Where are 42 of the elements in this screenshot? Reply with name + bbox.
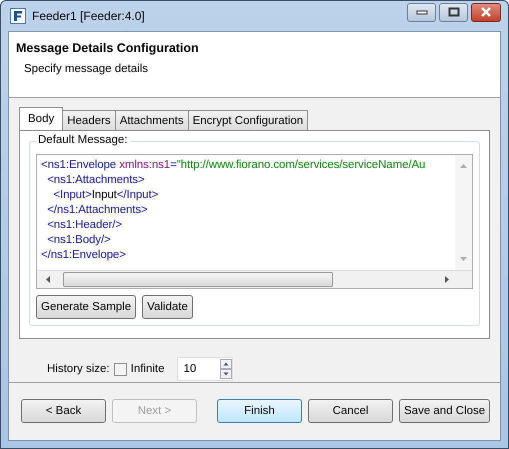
window-title: Feeder1 [Feeder:4.0] — [32, 9, 146, 23]
horizontal-scrollbar[interactable] — [37, 270, 472, 288]
spin-up-icon — [220, 359, 232, 369]
scroll-down-icon — [459, 256, 468, 262]
scroll-right-icon — [444, 275, 450, 284]
wizard-button[interactable]: Finish — [217, 399, 302, 423]
app-logo-icon — [10, 8, 26, 24]
scroll-up-icon — [459, 163, 468, 169]
panel-button[interactable]: Generate Sample — [36, 295, 136, 319]
wizard-button[interactable]: Cancel — [308, 399, 393, 423]
tab[interactable]: Attachments — [114, 110, 189, 130]
code-line: <ns1:Body/> — [46, 233, 112, 248]
code-line: <ns1:Header/> — [46, 218, 123, 233]
tab[interactable]: Body — [19, 107, 64, 130]
minimize-button[interactable] — [407, 2, 436, 22]
tab[interactable]: Headers — [62, 110, 116, 130]
scrollbar-thumb[interactable] — [63, 272, 333, 287]
spin-down-icon — [220, 369, 232, 379]
code-line: <Input>Input</Input> — [52, 188, 160, 203]
history-spinner[interactable]: 10 — [176, 357, 233, 381]
maximize-icon — [448, 7, 460, 17]
wizard-button[interactable]: < Back — [21, 399, 106, 423]
code-line: <ns1:Envelope xmlns:ns1="http://www.fiorano.com/services/serviceName/Au — [41, 158, 426, 173]
history-label: History size: — [47, 363, 110, 375]
maximize-button[interactable] — [439, 2, 468, 22]
message-editor[interactable]: <ns1:Envelope xmlns:ns1="http://www.fiorano.com/services/serviceName/Au <ns1:Attachments> <Input>Input</Input> </ns1:Attachments> <ns1:Header/> <ns1:Body/> </ns1:Envelope> — [36, 154, 473, 289]
code-line: <ns1:Attachments> — [46, 173, 146, 188]
close-button[interactable] — [471, 2, 501, 22]
panel-button[interactable]: Validate — [142, 295, 193, 319]
vertical-scrollbar[interactable] — [455, 155, 472, 270]
infinite-checkbox[interactable] — [114, 362, 127, 376]
infinite-label: Infinite — [130, 363, 165, 375]
group-label: Default Message: — [36, 134, 130, 146]
close-icon — [480, 7, 492, 17]
page-title: Message Details Configuration — [16, 41, 200, 55]
page-subtitle: Specify message details — [24, 63, 150, 75]
tab[interactable]: Encrypt Configuration — [188, 110, 308, 130]
minimize-icon — [416, 9, 428, 15]
code-line: </ns1:Attachments> — [46, 203, 149, 218]
wizard-button[interactable]: Save and Close — [399, 399, 490, 423]
scroll-left-icon — [45, 275, 51, 284]
code-line: </ns1:Envelope> — [41, 248, 127, 263]
